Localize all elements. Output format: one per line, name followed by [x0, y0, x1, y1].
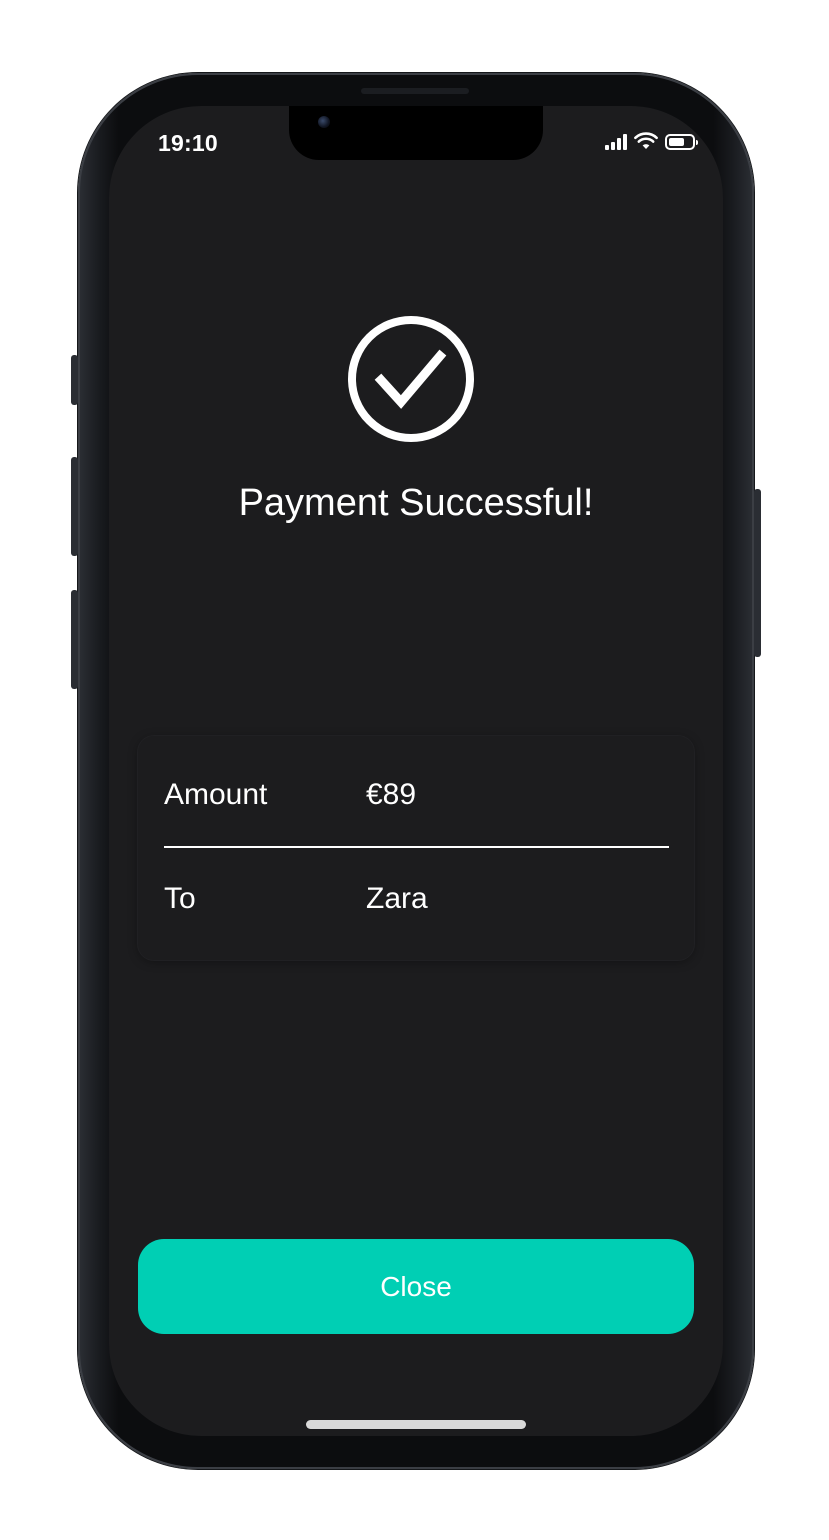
notch	[289, 106, 543, 160]
earpiece-speaker	[361, 88, 469, 94]
amount-label: Amount	[164, 778, 268, 811]
status-time: 19:10	[158, 130, 218, 156]
payment-details-card: Amount €89 To Zara	[138, 736, 694, 960]
recipient-label: To	[164, 882, 196, 915]
checkmark-circle-icon	[348, 316, 474, 442]
status-icons	[605, 132, 698, 150]
front-camera	[318, 116, 330, 128]
wifi-icon	[634, 132, 658, 149]
volume-down-button	[71, 590, 78, 689]
amount-value: €89	[366, 778, 417, 811]
cellular-signal-icon	[605, 134, 627, 150]
page-title: Payment Successful!	[238, 482, 594, 524]
battery-icon	[665, 134, 698, 150]
battery-level-fill	[669, 138, 685, 146]
volume-up-button	[71, 457, 78, 556]
mute-switch	[71, 355, 78, 405]
divider	[164, 846, 669, 848]
recipient-value: Zara	[366, 882, 428, 915]
home-indicator[interactable]	[306, 1420, 526, 1429]
close-button[interactable]: Close	[138, 1239, 694, 1334]
power-button	[754, 489, 761, 657]
app-screen: 19:10 Payment Successful! Amount €89 To	[109, 106, 723, 1436]
